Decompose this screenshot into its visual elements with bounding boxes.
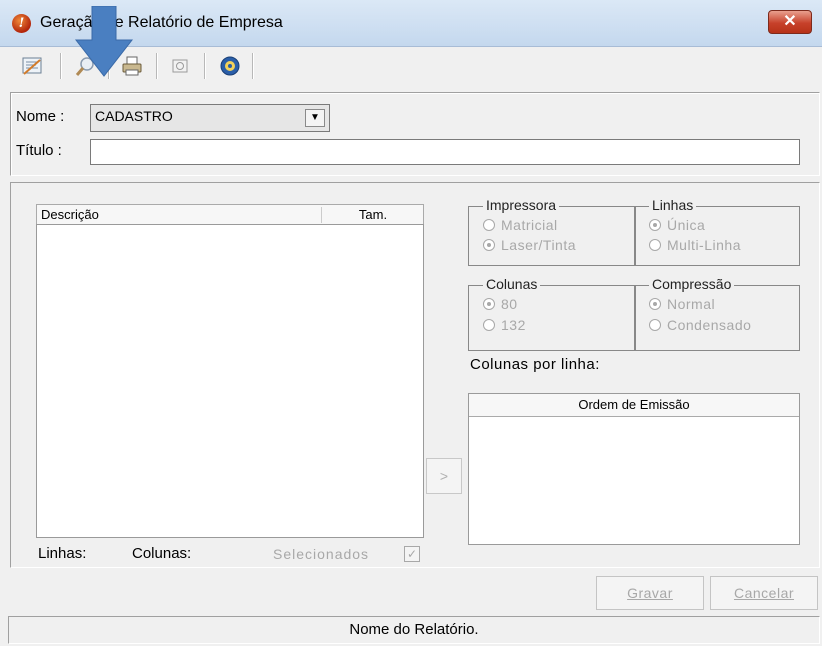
colunas-title: Colunas xyxy=(483,276,541,292)
pointer-arrow-icon xyxy=(74,6,134,77)
colunas-count-label: Colunas: xyxy=(132,545,192,562)
column-descricao[interactable]: Descrição xyxy=(41,207,99,222)
colunas-por-linha-label: Colunas por linha: xyxy=(470,356,600,373)
selecionados-checkbox[interactable]: ✓ xyxy=(404,546,420,562)
report-button[interactable] xyxy=(16,51,48,81)
preview-button[interactable] xyxy=(164,51,196,81)
move-right-button[interactable]: > xyxy=(426,458,462,494)
app-icon: ! xyxy=(12,14,31,33)
chevron-down-icon[interactable]: ▼ xyxy=(305,109,325,127)
help-icon xyxy=(220,56,240,76)
preview-icon xyxy=(172,59,188,73)
titulo-label: Título : xyxy=(16,142,62,159)
status-bar: Nome do Relatório. xyxy=(8,616,820,644)
nome-label: Nome : xyxy=(16,108,65,125)
colunas-group: Colunas 80 132 xyxy=(468,276,636,351)
report-window: ! Geração de Relatório de Empresa ✕ Nome… xyxy=(0,0,822,646)
radio-laser-tinta[interactable]: Laser/Tinta xyxy=(483,237,576,253)
radio-132[interactable]: 132 xyxy=(483,317,526,333)
report-icon xyxy=(22,57,42,75)
compressao-title: Compressão xyxy=(649,276,735,292)
help-button[interactable] xyxy=(214,51,246,81)
radio-unica[interactable]: Única xyxy=(649,217,705,233)
linhas-group: Linhas Única Multi-Linha xyxy=(634,197,800,266)
fields-list[interactable] xyxy=(36,224,424,538)
linhas-count-label: Linhas: xyxy=(38,545,87,562)
titulo-field[interactable] xyxy=(90,139,800,165)
radio-80[interactable]: 80 xyxy=(483,296,518,312)
gravar-button[interactable]: Gravar xyxy=(596,576,704,610)
nome-combobox[interactable]: CADASTRO ▼ xyxy=(90,104,330,132)
linhas-title: Linhas xyxy=(649,197,697,213)
radio-matricial[interactable]: Matricial xyxy=(483,217,558,233)
radio-condensado[interactable]: Condensado xyxy=(649,317,751,333)
column-tam[interactable]: Tam. xyxy=(323,207,423,222)
selecionados-label: Selecionados xyxy=(273,546,370,562)
gravar-label: Gravar xyxy=(627,585,673,601)
impressora-title: Impressora xyxy=(483,197,560,213)
impressora-group: Impressora Matricial Laser/Tinta xyxy=(468,197,636,266)
ordem-emissao-header: Ordem de Emissão xyxy=(469,394,799,417)
compressao-group: Compressão Normal Condensado xyxy=(634,276,800,351)
radio-multi-linha[interactable]: Multi-Linha xyxy=(649,237,741,253)
cancelar-label: Cancelar xyxy=(733,585,795,601)
ordem-emissao-list[interactable]: Ordem de Emissão xyxy=(468,393,800,545)
close-button[interactable]: ✕ xyxy=(768,10,812,34)
radio-normal[interactable]: Normal xyxy=(649,296,715,312)
cancelar-button[interactable]: Cancelar xyxy=(710,576,818,610)
fields-list-header: Descrição Tam. xyxy=(36,204,424,225)
nome-value: CADASTRO xyxy=(95,108,173,124)
